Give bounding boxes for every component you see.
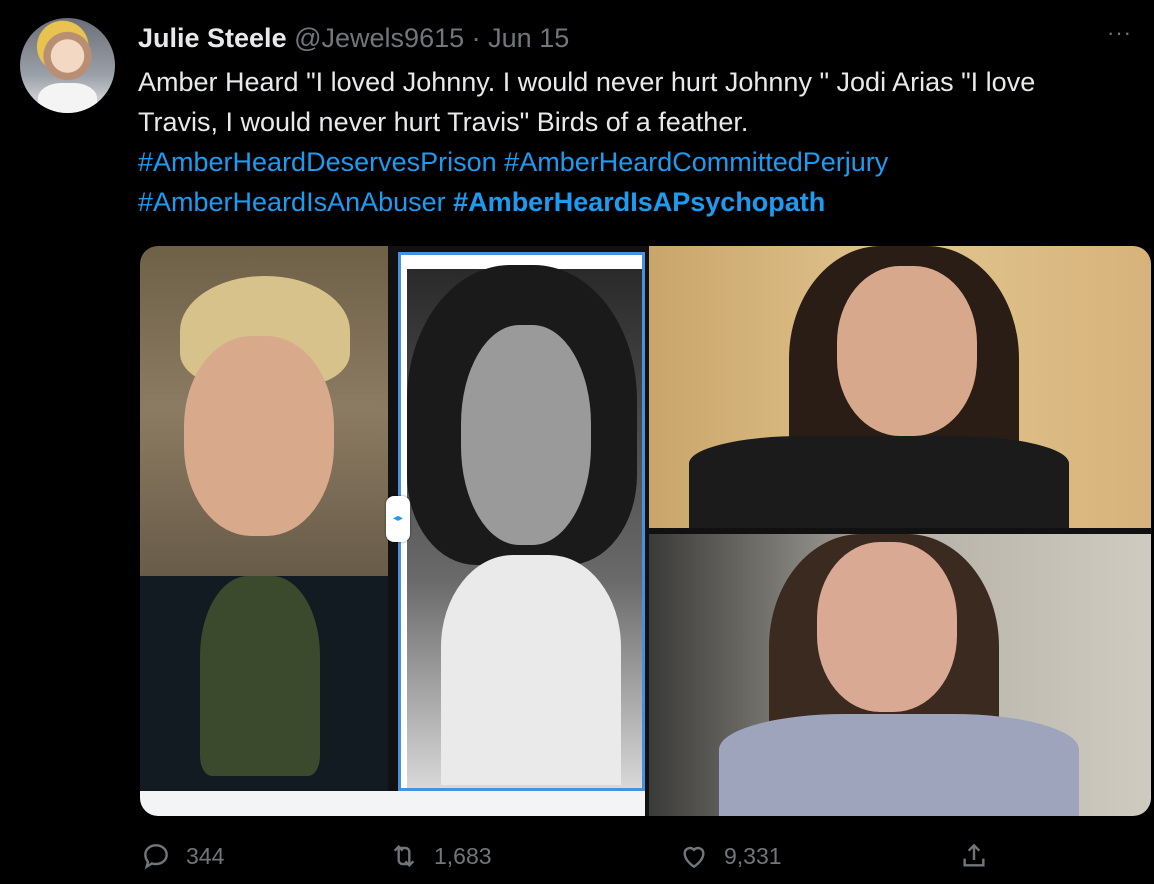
tweet-header: Julie Steele @Jewels9615 · Jun 15: [138, 20, 1134, 56]
hashtag-link[interactable]: #AmberHeardIsAnAbuser: [138, 187, 446, 217]
comparison-footer: [140, 791, 645, 816]
photo-man-black-white[interactable]: [398, 252, 645, 791]
separator: ·: [471, 23, 481, 53]
media-grid[interactable]: ◂▸: [140, 246, 1151, 816]
tweet-date[interactable]: Jun 15: [488, 23, 569, 53]
tweet-text-line: Amber Heard "I loved Johnny. I would nev…: [138, 67, 1036, 97]
like-button[interactable]: 9,331: [678, 840, 782, 872]
tweet-text-line: Travis, I would never hurt Travis" Birds…: [138, 107, 749, 137]
reply-icon: [144, 844, 168, 870]
hashtag-link[interactable]: #AmberHeardIsAPsychopath: [453, 187, 825, 217]
photo-woman-glasses[interactable]: [649, 246, 1151, 528]
hashtags: #AmberHeardDeservesPrison #AmberHeardCom…: [138, 142, 1138, 222]
hashtag-link[interactable]: #AmberHeardCommittedPerjury: [504, 147, 888, 177]
tweet-actions: 344 1,683 9,331: [140, 840, 1000, 880]
heart-icon: [683, 846, 705, 869]
author-name[interactable]: Julie Steele: [138, 23, 287, 53]
share-button[interactable]: [958, 840, 990, 872]
retweet-icon: [393, 844, 415, 868]
retweet-count: 1,683: [434, 842, 492, 869]
author-handle[interactable]: @Jewels9615: [294, 23, 464, 53]
reply-button[interactable]: 344: [140, 840, 224, 872]
avatar[interactable]: [20, 18, 115, 113]
photo-woman-smiling[interactable]: [649, 534, 1151, 816]
retweet-button[interactable]: 1,683: [388, 840, 492, 872]
tweet-text: Amber Heard "I loved Johnny. I would nev…: [138, 62, 1138, 142]
left-right-arrows-icon[interactable]: ◂▸: [386, 496, 410, 542]
more-options-icon[interactable]: ···: [1107, 20, 1132, 46]
hashtag-link[interactable]: #AmberHeardDeservesPrison: [138, 147, 497, 177]
reply-count: 344: [186, 842, 225, 869]
like-count: 9,331: [724, 842, 782, 869]
share-icon: [963, 843, 985, 867]
photo-woman-blonde[interactable]: [140, 246, 388, 791]
